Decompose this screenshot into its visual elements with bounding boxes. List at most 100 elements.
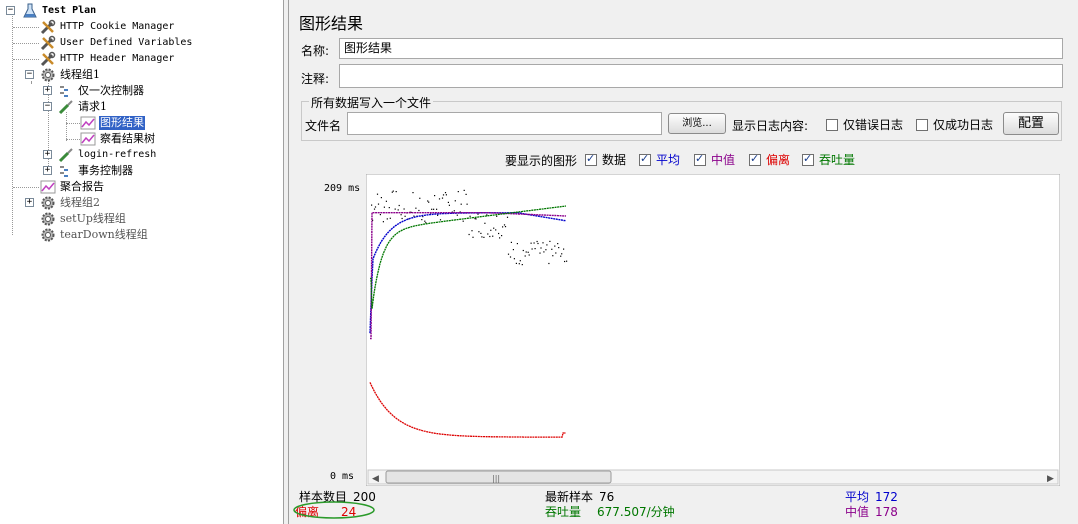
chart-icon bbox=[40, 179, 56, 195]
data-point bbox=[483, 236, 485, 238]
data-point bbox=[376, 193, 379, 195]
expand-toggle-once-controller[interactable]: + bbox=[43, 86, 52, 95]
data-point bbox=[472, 236, 474, 238]
tree-label: User Defined Variables bbox=[60, 37, 193, 48]
collapse-toggle-thread-group-1[interactable]: − bbox=[25, 70, 34, 79]
expand-toggle-login-refresh[interactable]: + bbox=[43, 150, 52, 159]
series-toggle-label: 吞吐量 bbox=[819, 153, 856, 167]
checkbox-box[interactable] bbox=[826, 118, 838, 131]
wrench-icon bbox=[40, 51, 56, 67]
checkbox-box[interactable] bbox=[639, 152, 651, 166]
data-point bbox=[522, 249, 524, 252]
checkbox-box[interactable] bbox=[749, 152, 761, 166]
horizontal-scrollbar[interactable]: ◀ ||| ▶ bbox=[367, 469, 1059, 485]
data-point bbox=[495, 229, 497, 231]
tree-node-header-manager[interactable]: HTTP Header Manager bbox=[40, 51, 175, 67]
wrench-icon bbox=[40, 35, 56, 51]
tree-node-teardown-thread-group[interactable]: tearDown线程组 bbox=[40, 227, 149, 243]
tree-node-test-plan[interactable]: Test Plan bbox=[22, 3, 97, 19]
data-point bbox=[546, 244, 548, 246]
wrench-icon bbox=[40, 19, 56, 35]
success-only-checkbox[interactable]: 仅成功日志 bbox=[916, 116, 993, 133]
highlight-ellipse bbox=[293, 501, 375, 519]
series-toggle-1[interactable]: 平均 bbox=[639, 151, 680, 168]
checkbox-box[interactable] bbox=[585, 152, 597, 166]
filename-field[interactable] bbox=[347, 112, 662, 135]
data-point bbox=[506, 216, 509, 218]
checkbox-box[interactable] bbox=[802, 152, 814, 166]
data-point bbox=[448, 204, 450, 206]
configure-button[interactable]: 配置 bbox=[1003, 112, 1059, 135]
data-point bbox=[510, 241, 512, 243]
data-point bbox=[537, 242, 539, 245]
data-point bbox=[530, 242, 532, 244]
tree-node-transaction-controller[interactable]: 事务控制器 bbox=[58, 163, 134, 179]
tree-node-request-1[interactable]: 请求1 bbox=[58, 99, 108, 115]
data-point bbox=[424, 220, 426, 222]
controller-icon bbox=[58, 83, 74, 99]
data-point bbox=[392, 190, 394, 192]
tree-node-thread-group-1[interactable]: 线程组1 bbox=[40, 67, 101, 83]
series-toggle-2[interactable]: 中值 bbox=[694, 151, 735, 168]
data-point bbox=[501, 235, 503, 237]
average-label: 平均 bbox=[845, 490, 870, 504]
data-point bbox=[481, 236, 483, 238]
throughput-label: 吞吐量 bbox=[545, 505, 582, 519]
expand-toggle-thread-group-2[interactable]: + bbox=[25, 198, 34, 207]
tree-node-once-controller[interactable]: 仅一次控制器 bbox=[58, 83, 145, 99]
data-point bbox=[395, 191, 397, 193]
y-axis-bottom-label: 0 ms bbox=[330, 471, 354, 482]
tree-node-setup-thread-group[interactable]: setUp线程组 bbox=[40, 211, 127, 227]
checkbox-box[interactable] bbox=[916, 118, 928, 131]
data-point bbox=[394, 208, 396, 210]
tree-node-aggregate-report[interactable]: 聚合报告 bbox=[40, 179, 105, 195]
write-to-file-group-title: 所有数据写入一个文件 bbox=[309, 94, 434, 111]
scroll-left-arrow-icon[interactable]: ◀ bbox=[372, 474, 379, 484]
name-field[interactable]: 图形结果 bbox=[339, 38, 1063, 59]
data-point bbox=[468, 233, 470, 236]
data-point bbox=[539, 252, 541, 254]
errors-only-checkbox[interactable]: 仅错误日志 bbox=[826, 116, 903, 133]
checkbox-box[interactable] bbox=[694, 152, 706, 166]
data-point bbox=[456, 214, 458, 216]
scroll-right-arrow-icon[interactable]: ▶ bbox=[1047, 474, 1054, 484]
data-point bbox=[548, 262, 550, 265]
tree-label: Test Plan bbox=[42, 5, 97, 16]
latest-sample-value: 76 bbox=[599, 490, 615, 504]
data-point bbox=[528, 254, 530, 256]
series-toggle-4[interactable]: 吞吐量 bbox=[802, 151, 855, 168]
data-point bbox=[438, 198, 441, 200]
tree-label: 图形结果 bbox=[99, 116, 145, 130]
data-point bbox=[478, 231, 480, 233]
expand-toggle-transaction-controller[interactable]: + bbox=[43, 166, 52, 175]
data-point bbox=[566, 260, 568, 262]
series-toggle-3[interactable]: 偏离 bbox=[749, 151, 790, 168]
data-point bbox=[442, 194, 445, 196]
tree-node-graph-results[interactable]: 图形结果 bbox=[80, 115, 145, 131]
series-toggle-0[interactable]: 数据 bbox=[585, 151, 626, 168]
data-point bbox=[397, 209, 399, 211]
tree-node-cookie-manager[interactable]: HTTP Cookie Manager bbox=[40, 19, 175, 35]
collapse-toggle-test-plan[interactable]: − bbox=[6, 6, 15, 15]
browse-button[interactable]: 浏览... bbox=[668, 113, 726, 134]
data-point bbox=[524, 255, 526, 257]
data-point bbox=[371, 204, 373, 206]
tree-label: setUp线程组 bbox=[60, 212, 126, 225]
data-point bbox=[373, 208, 376, 210]
data-point bbox=[460, 203, 462, 205]
data-point bbox=[439, 219, 442, 221]
tree-node-user-defined-variables[interactable]: User Defined Variables bbox=[40, 35, 193, 51]
data-point bbox=[536, 240, 538, 243]
tree-node-thread-group-2[interactable]: 线程组2 bbox=[40, 195, 101, 211]
data-point bbox=[466, 203, 468, 205]
collapse-toggle-request-1[interactable]: − bbox=[43, 102, 52, 111]
comment-field[interactable] bbox=[339, 64, 1063, 88]
data-point bbox=[403, 208, 405, 210]
filename-label: 文件名 bbox=[305, 119, 342, 133]
tree-node-view-results-tree[interactable]: 察看结果树 bbox=[80, 131, 156, 147]
plot-area bbox=[366, 174, 1060, 486]
test-plan-tree[interactable]: − Test Plan HTTP Cookie Manager User Def… bbox=[0, 0, 284, 524]
tree-node-login-refresh[interactable]: login-refresh bbox=[58, 147, 157, 163]
data-point bbox=[552, 255, 554, 257]
data-point bbox=[480, 232, 482, 234]
